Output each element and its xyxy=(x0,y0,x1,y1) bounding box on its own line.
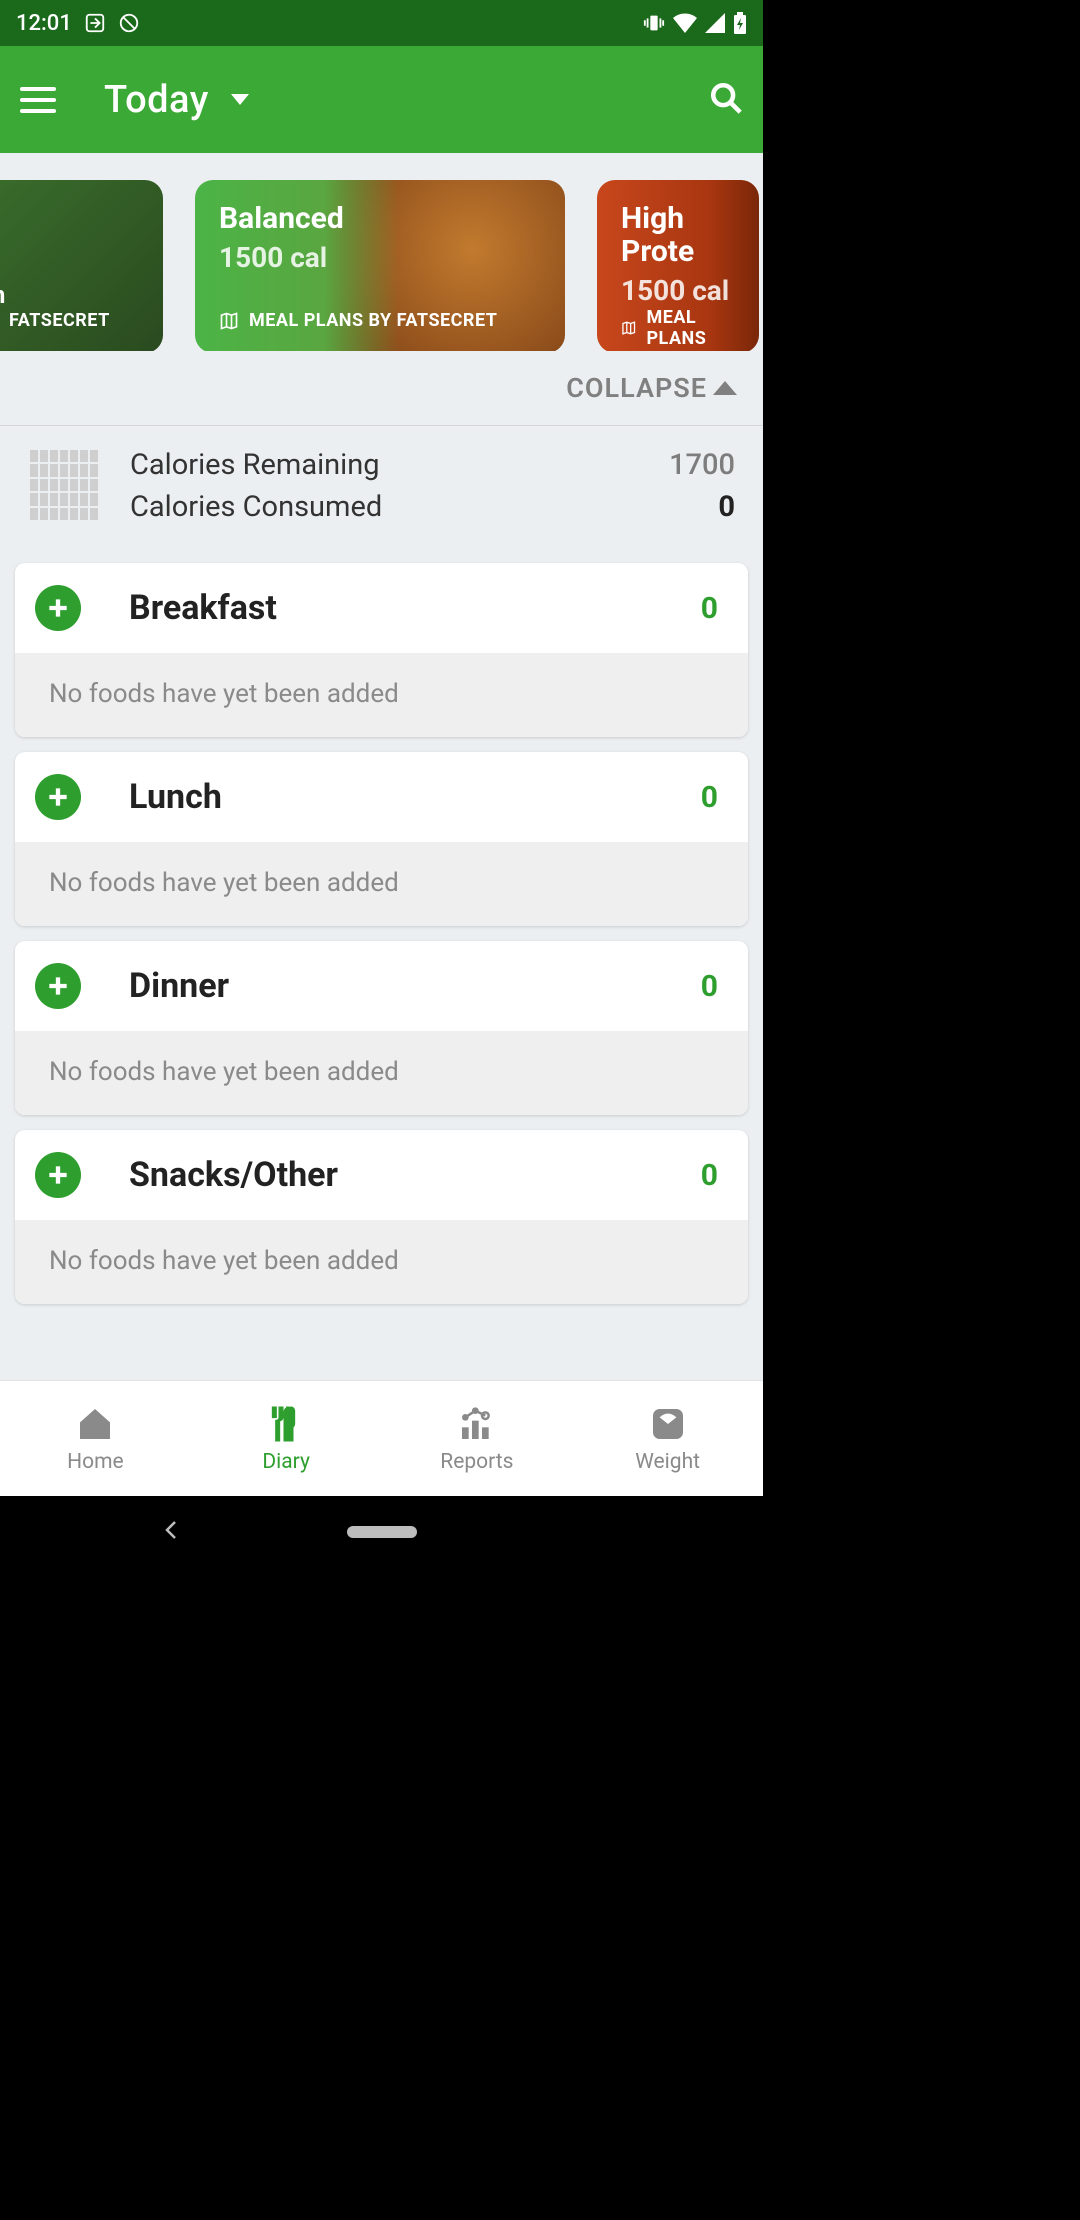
collapse-label: COLLAPSE xyxy=(566,372,707,404)
nav-weight[interactable]: Weight xyxy=(572,1381,763,1496)
chevron-up-icon xyxy=(713,381,737,395)
card-footer-text: MEAL PLANS xyxy=(646,307,735,349)
meal-name[interactable]: Breakfast xyxy=(129,588,701,628)
battery-icon xyxy=(733,12,747,34)
card-footer: MEAL PLANS xyxy=(621,307,735,349)
calories-remaining-label: Calories Remaining xyxy=(130,444,380,486)
meal-plan-card[interactable]: an FATSECRET xyxy=(0,180,163,351)
card-title: an xyxy=(0,282,139,308)
calories-consumed-label: Calories Consumed xyxy=(130,486,382,528)
status-app-icon-1 xyxy=(84,12,106,34)
back-button[interactable] xyxy=(160,1518,184,1546)
bottom-nav: Home Diary Reports Weight xyxy=(0,1380,763,1496)
meal-lunch: Lunch 0 No foods have yet been added xyxy=(15,752,748,926)
card-subtitle: 1500 cal xyxy=(621,274,735,307)
meal-name[interactable]: Lunch xyxy=(129,777,701,817)
status-app-icon-2 xyxy=(118,12,140,34)
vibrate-icon xyxy=(643,12,665,34)
add-food-button[interactable] xyxy=(35,585,81,631)
card-title: High Prote xyxy=(621,202,735,268)
nav-reports-label: Reports xyxy=(440,1450,513,1474)
android-nav-bar xyxy=(0,1496,763,1568)
card-footer: FATSECRET xyxy=(0,310,139,331)
meal-plan-card[interactable]: Balanced 1500 cal MEAL PLANS BY FATSECRE… xyxy=(195,180,565,351)
map-icon xyxy=(621,318,636,338)
nav-home[interactable]: Home xyxy=(0,1381,191,1496)
nav-diary[interactable]: Diary xyxy=(191,1381,382,1496)
nav-weight-label: Weight xyxy=(635,1450,700,1474)
meal-breakfast: Breakfast 0 No foods have yet been added xyxy=(15,563,748,737)
meal-dinner: Dinner 0 No foods have yet been added xyxy=(15,941,748,1115)
chevron-down-icon xyxy=(231,94,249,105)
meal-snacks: Snacks/Other 0 No foods have yet been ad… xyxy=(15,1130,748,1304)
card-subtitle: 1500 cal xyxy=(219,241,541,274)
home-pill[interactable] xyxy=(347,1526,417,1538)
status-time: 12:01 xyxy=(16,11,72,36)
meal-calories: 0 xyxy=(701,1158,718,1193)
nav-home-label: Home xyxy=(67,1450,124,1474)
add-food-button[interactable] xyxy=(35,963,81,1009)
wifi-icon xyxy=(673,13,697,33)
add-food-button[interactable] xyxy=(35,1152,81,1198)
map-icon xyxy=(219,311,239,331)
meal-empty-text: No foods have yet been added xyxy=(15,842,748,926)
meal-plan-carousel[interactable]: an FATSECRET Balanced 1500 cal MEAL PLAN… xyxy=(0,153,763,351)
meal-name[interactable]: Snacks/Other xyxy=(129,1155,701,1195)
status-bar: 12:01 xyxy=(0,0,763,46)
meal-empty-text: No foods have yet been added xyxy=(15,653,748,737)
meal-calories: 0 xyxy=(701,780,718,815)
add-food-button[interactable] xyxy=(35,774,81,820)
meal-plan-card[interactable]: High Prote 1500 cal MEAL PLANS xyxy=(597,180,759,351)
meal-calories: 0 xyxy=(701,591,718,626)
calories-summary[interactable]: Calories Remaining 1700 Calories Consume… xyxy=(0,426,763,548)
date-dropdown[interactable]: Today xyxy=(104,78,709,122)
menu-icon[interactable] xyxy=(20,87,56,113)
meal-name[interactable]: Dinner xyxy=(129,966,701,1006)
card-title: Balanced xyxy=(219,202,541,235)
calories-consumed-value: 0 xyxy=(718,486,735,528)
card-footer: MEAL PLANS BY FATSECRET xyxy=(219,310,541,331)
nav-reports[interactable]: Reports xyxy=(382,1381,573,1496)
calories-remaining-value: 1700 xyxy=(669,444,735,486)
collapse-toggle[interactable]: COLLAPSE xyxy=(0,351,763,426)
card-footer-text: FATSECRET xyxy=(9,310,110,331)
nav-diary-label: Diary xyxy=(262,1450,310,1474)
meal-empty-text: No foods have yet been added xyxy=(15,1031,748,1115)
calendar-grid-icon xyxy=(30,450,98,520)
meal-calories: 0 xyxy=(701,969,718,1004)
page-title: Today xyxy=(104,78,209,122)
search-icon[interactable] xyxy=(709,81,743,119)
signal-icon xyxy=(705,13,725,33)
app-bar: Today xyxy=(0,46,763,153)
meal-empty-text: No foods have yet been added xyxy=(15,1220,748,1304)
card-footer-text: MEAL PLANS BY FATSECRET xyxy=(249,310,497,331)
